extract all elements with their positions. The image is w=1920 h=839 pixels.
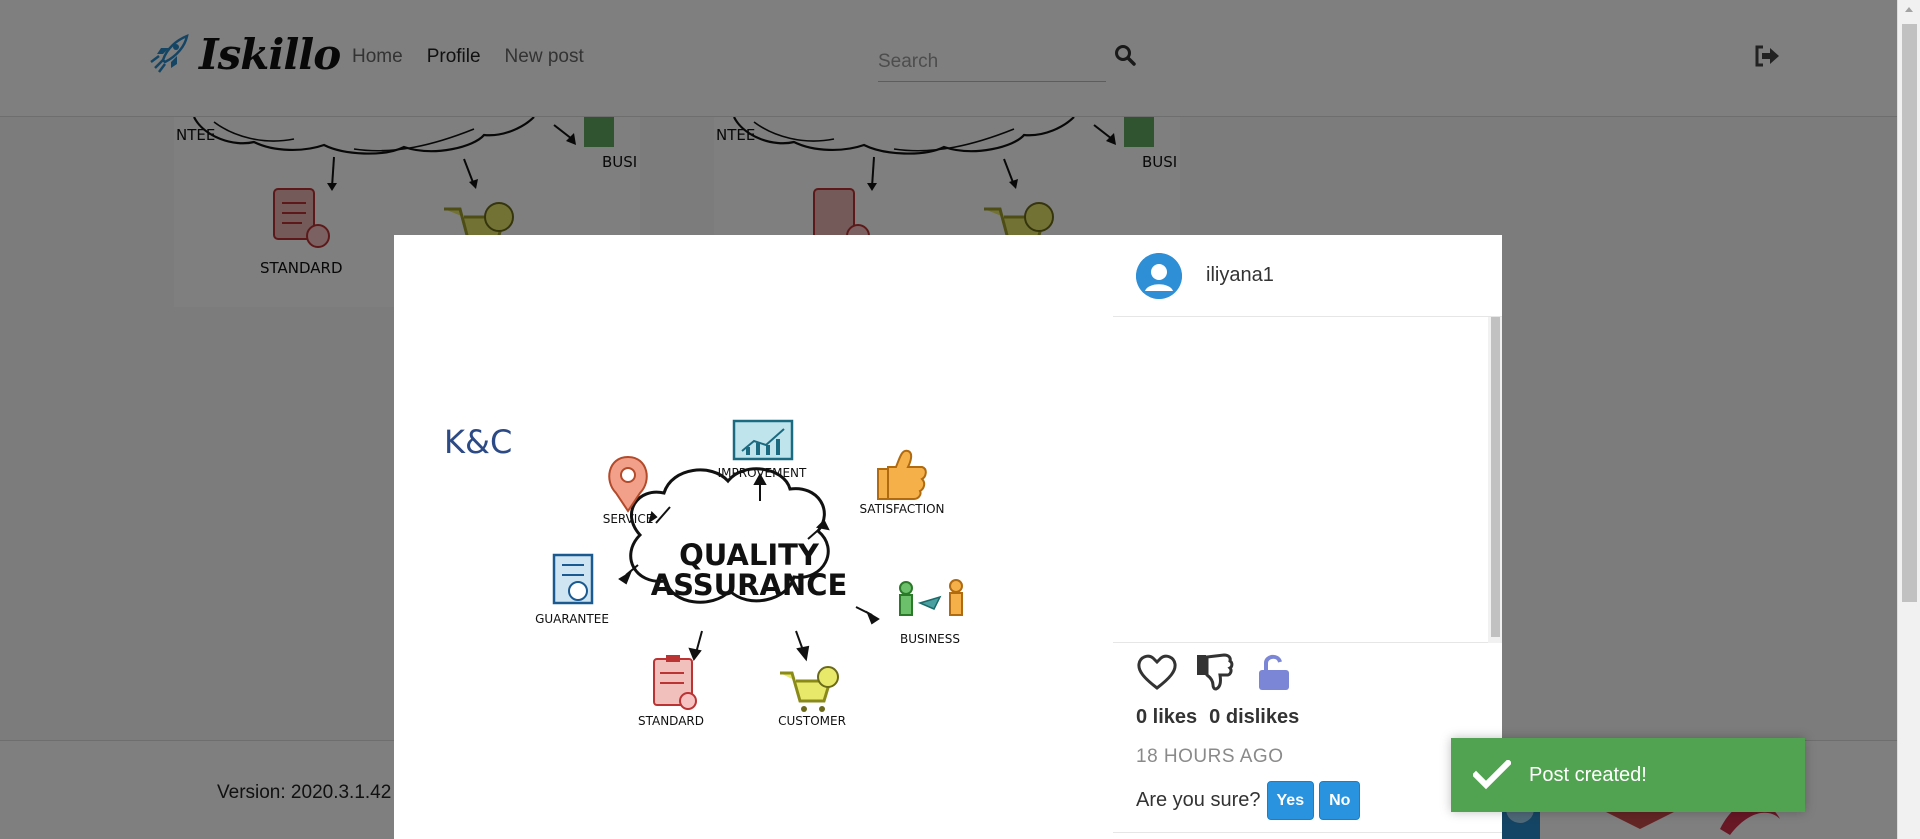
confirm-yes-button[interactable]: Yes	[1266, 781, 1315, 820]
dislikes-count: 0 dislikes	[1209, 706, 1300, 728]
thumbs-down-icon[interactable]	[1194, 651, 1236, 693]
avatar[interactable]	[1136, 252, 1182, 299]
post-timestamp: 18 HOURS AGO	[1136, 746, 1284, 767]
post-author: iliyana1	[1113, 235, 1502, 317]
comments-scrollbar[interactable]	[1488, 317, 1502, 643]
comments-scroll-thumb[interactable]	[1491, 317, 1500, 637]
post-image-label-standard: STANDARD	[638, 714, 704, 728]
check-icon	[1473, 760, 1511, 790]
user-icon	[1136, 252, 1182, 299]
page-scrollbar[interactable]	[1897, 0, 1920, 839]
post-image-center-line2: ASSURANCE	[651, 568, 848, 602]
heart-outline-icon[interactable]	[1136, 653, 1178, 691]
post-modal: K&C QUALITY ASSURANCE SERVICE IMPROVEMEN…	[394, 235, 1502, 839]
post-image-label-improvement: IMPROVEMENT	[718, 466, 807, 480]
post-image-label-customer: CUSTOMER	[778, 714, 846, 728]
panel-divider	[1113, 832, 1502, 833]
author-username[interactable]: iliyana1	[1206, 264, 1274, 287]
likes-count: 0 likes	[1136, 706, 1198, 728]
scroll-up-arrow-icon[interactable]	[1905, 7, 1913, 12]
confirm-question: Are you sure?	[1136, 789, 1261, 811]
page-scroll-thumb[interactable]	[1902, 24, 1917, 602]
post-image-label-satisfaction: SATISFACTION	[859, 502, 944, 516]
post-reaction-counts: 0 likes 0 dislikes	[1136, 706, 1299, 729]
success-toast[interactable]: Post created!	[1451, 738, 1805, 812]
post-actions	[1136, 651, 1292, 693]
post-details-panel: iliyana1 0 likes 0 dislikes 18 HOURS AGO…	[1113, 235, 1502, 839]
post-image-label-service: SERVICE	[603, 512, 654, 526]
unlock-icon[interactable]	[1256, 652, 1292, 692]
post-image-label-business: BUSINESS	[900, 632, 960, 646]
delete-confirmation: Are you sure? Yes No	[1136, 781, 1361, 820]
confirm-no-button[interactable]: No	[1319, 781, 1361, 820]
toast-message: Post created!	[1529, 763, 1647, 786]
post-image-center-line1: QUALITY	[679, 538, 820, 572]
post-image-label-guarantee: GUARANTEE	[535, 612, 609, 626]
post-image-corner-text: K&C	[444, 423, 512, 461]
comments-list[interactable]	[1113, 317, 1502, 643]
post-image: K&C QUALITY ASSURANCE SERVICE IMPROVEMEN…	[394, 235, 1112, 839]
